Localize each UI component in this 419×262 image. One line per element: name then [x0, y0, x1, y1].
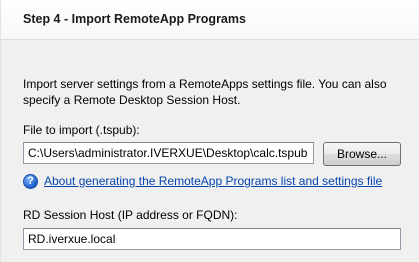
file-import-label: File to import (.tspub): — [23, 123, 140, 137]
browse-button[interactable]: Browse... — [323, 142, 401, 166]
step-description: Import server settings from a RemoteApps… — [23, 77, 387, 107]
rd-host-label: RD Session Host (IP address or FQDN): — [23, 208, 238, 222]
rd-host-input[interactable]: RD.iverxue.local — [23, 228, 401, 250]
question-mark-icon: ? — [23, 173, 38, 189]
step-title: Step 4 - Import RemoteApp Programs — [23, 12, 246, 26]
help-link[interactable]: About generating the RemoteApp Programs … — [44, 174, 382, 188]
wizard-panel: Step 4 - Import RemoteApp Programs Impor… — [0, 0, 419, 262]
file-import-input[interactable]: C:\Users\administrator.IVERXUE\Desktop\c… — [23, 142, 314, 164]
help-link-row: ? About generating the RemoteApp Program… — [23, 172, 382, 190]
step-header: Step 4 - Import RemoteApp Programs — [1, 0, 419, 40]
